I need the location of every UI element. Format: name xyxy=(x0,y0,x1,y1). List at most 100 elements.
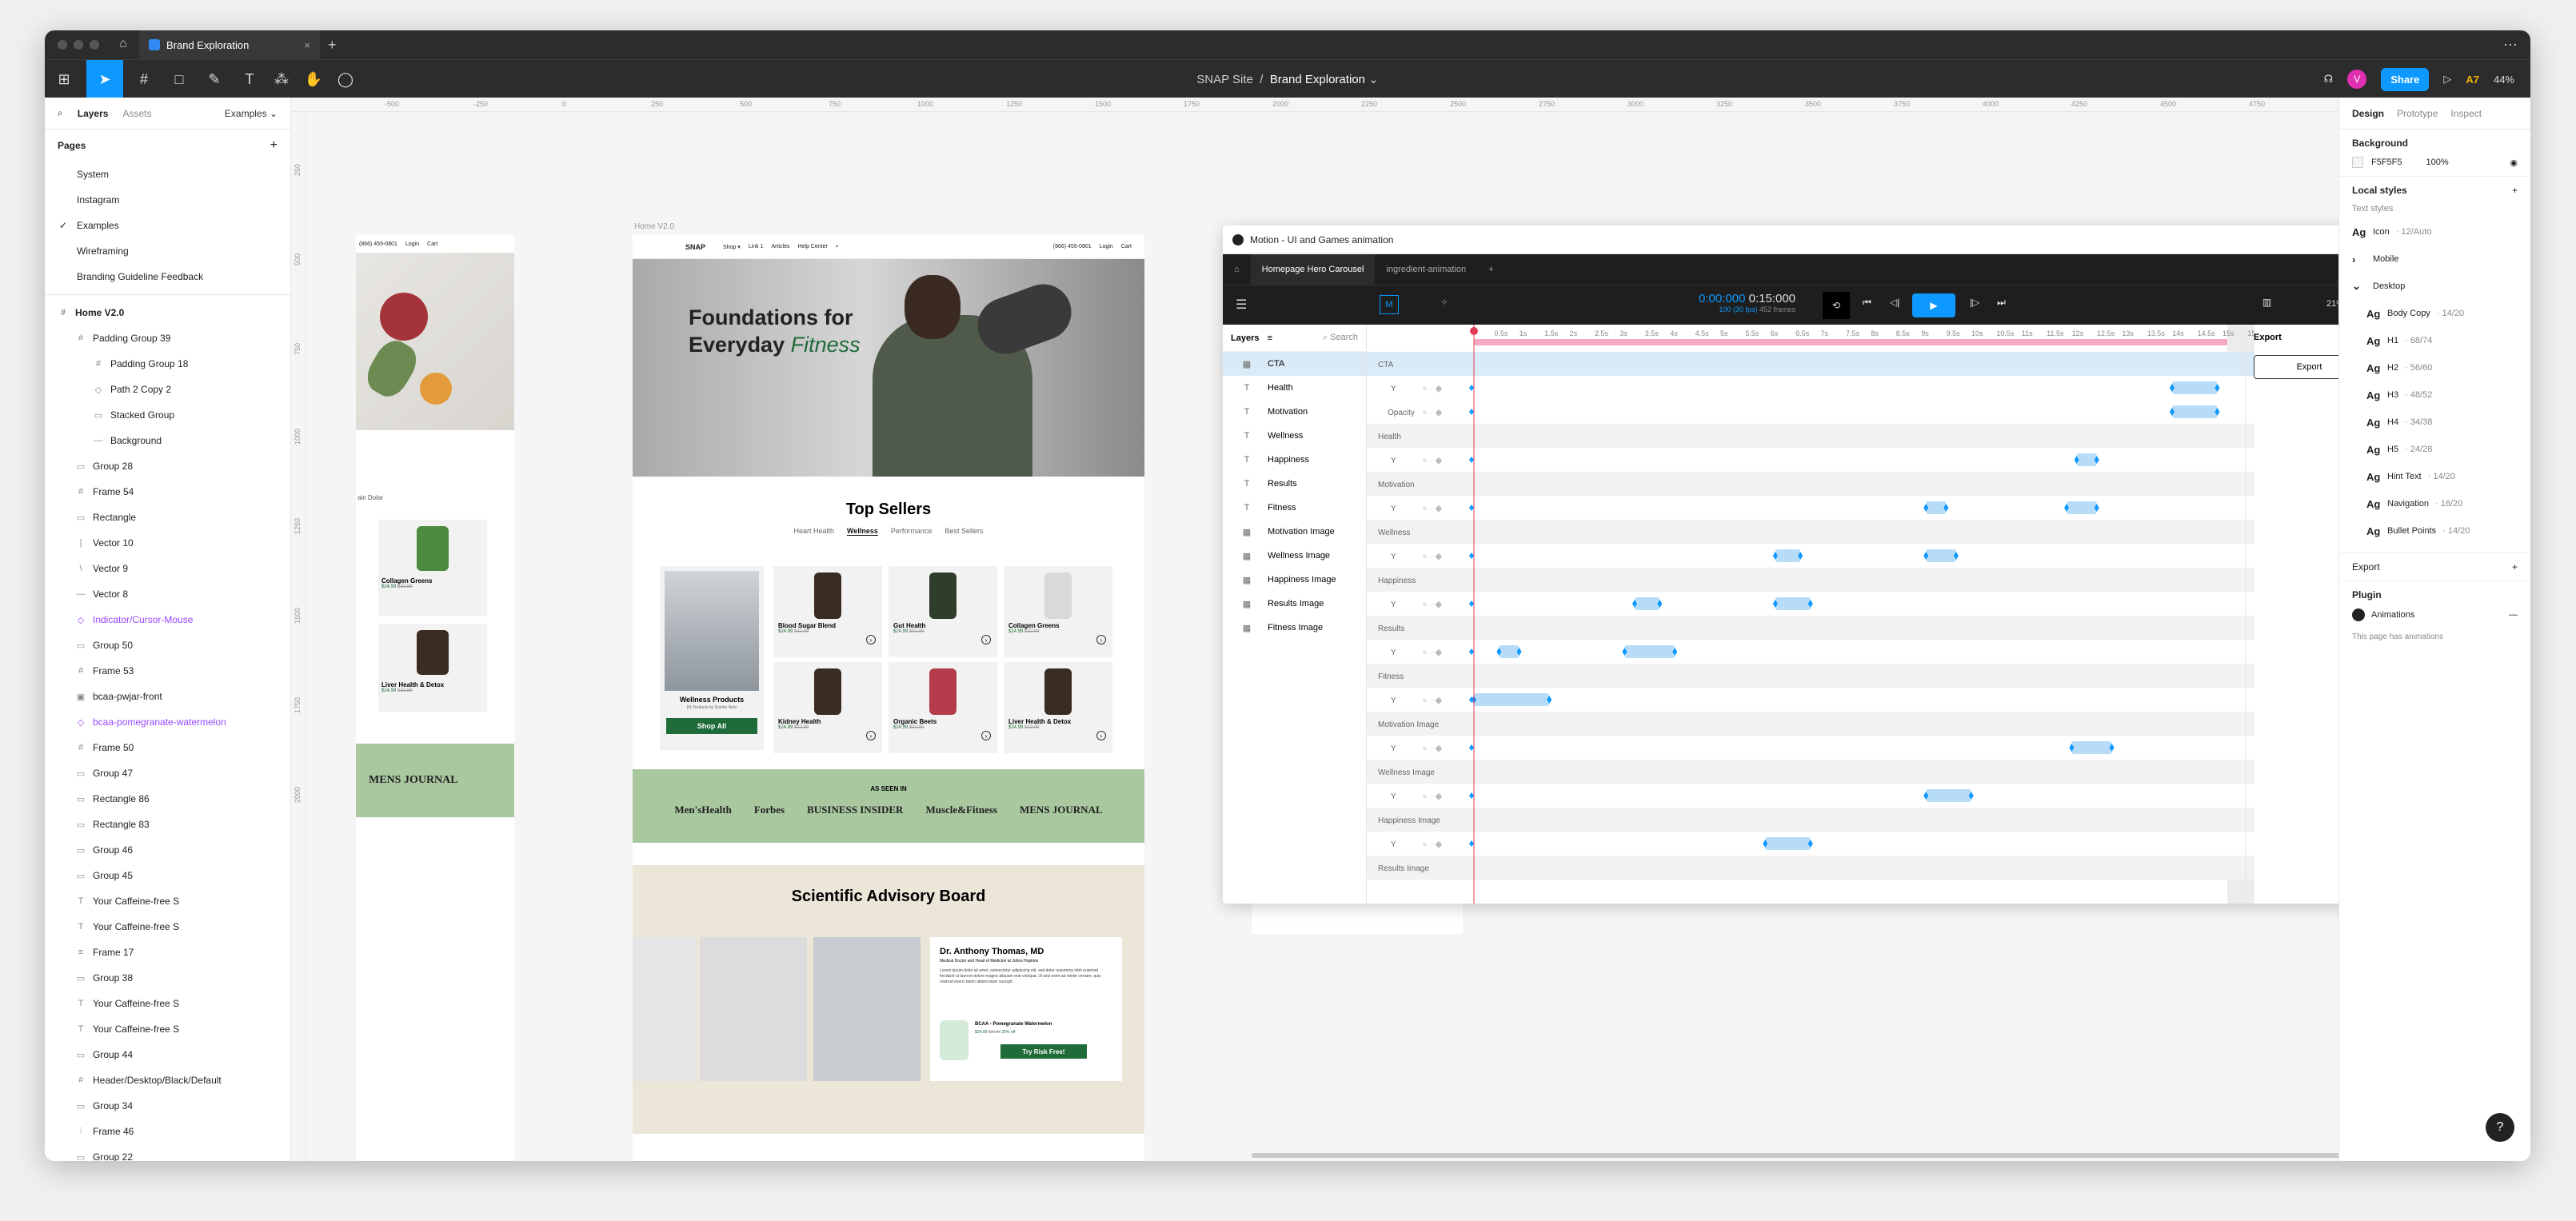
keyframe-segment[interactable] xyxy=(1775,549,1801,562)
minimize-window-dot[interactable] xyxy=(74,40,83,50)
text-style-item[interactable]: Ag H1 · 68/74 xyxy=(2352,327,2518,354)
horizontal-scrollbar[interactable] xyxy=(1252,1153,2363,1158)
keyframe-segment[interactable] xyxy=(2076,453,2097,466)
layer-item[interactable]: ▭ Group 46 xyxy=(45,837,290,863)
text-style-item[interactable]: Ag H3 · 48/52 xyxy=(2352,381,2518,409)
text-style-item[interactable]: › Mobile xyxy=(2352,245,2518,273)
track-controls[interactable]: ⌗ ◌ ◆ xyxy=(1423,505,1442,513)
layer-item[interactable]: ▭ Group 44 xyxy=(45,1042,290,1067)
track-property-row[interactable] xyxy=(1367,784,2254,808)
play-button[interactable]: ▶ xyxy=(1912,293,1955,317)
nav-link1[interactable]: Link 1 xyxy=(749,244,764,249)
motion-layer-item[interactable]: T Happiness xyxy=(1223,448,1366,472)
layer-item[interactable]: ≡ Frame 17 xyxy=(45,940,290,965)
track-group-row[interactable] xyxy=(1367,664,2254,688)
add-to-cart-icon[interactable]: › xyxy=(1096,635,1106,644)
track-group-row[interactable] xyxy=(1367,520,2254,544)
headphones-icon[interactable]: ☊ xyxy=(2324,73,2334,86)
search-icon[interactable]: ⌕ xyxy=(836,244,839,250)
keyframe-segment[interactable] xyxy=(1474,693,1550,706)
motion-layer-item[interactable]: ▦ Results Image xyxy=(1223,592,1366,616)
tab-brand-exploration[interactable]: Brand Exploration × xyxy=(139,30,320,59)
mode-icon[interactable]: M xyxy=(1380,295,1399,314)
home-frame[interactable]: SNAP Shop ▾ Link 1 Articles Help Center … xyxy=(633,235,1144,1161)
layer-item[interactable]: ◇ Path 2 Copy 2 xyxy=(45,377,290,402)
file-name[interactable]: Brand Exploration xyxy=(1270,73,1365,86)
product-tab[interactable]: Performance xyxy=(891,527,933,536)
timeline-svg[interactable]: 0.5s 1s 1.5s 2s 2.5s 3s 3.5s 4s 4.5s 5s 5.5s 6s 6.5s… xyxy=(1367,325,2254,904)
plugin-name[interactable]: Animations xyxy=(2371,610,2414,620)
timeline[interactable]: 0.5s 1s 1.5s 2s 2.5s 3s 3.5s 4s 4.5s 5s 5.5s 6s 6.5s… xyxy=(1367,325,2254,904)
new-tab-button[interactable]: + xyxy=(328,37,337,54)
track-controls[interactable]: ⌗ ◌ ◆ xyxy=(1423,648,1442,656)
layer-item[interactable]: T Your Caffeine-free S xyxy=(45,1016,290,1042)
nav-shop[interactable]: Shop ▾ xyxy=(723,244,741,250)
try-risk-free-button[interactable]: Try Risk Free! xyxy=(1000,1044,1087,1059)
motion-layer-item[interactable]: T Health xyxy=(1223,376,1366,400)
layer-item[interactable]: ▭ Group 28 xyxy=(45,453,290,479)
layer-item[interactable]: — Background xyxy=(45,428,290,453)
collaborator-badge[interactable]: A7 xyxy=(2466,74,2479,86)
track-property-row[interactable] xyxy=(1367,400,2254,424)
color-swatch[interactable] xyxy=(2352,157,2363,168)
product-card[interactable]: Liver Health & Detox $24.99 $32.99 xyxy=(378,624,487,712)
layer-item[interactable]: ▭ Group 47 xyxy=(45,760,290,786)
layer-item[interactable]: ▭ Rectangle 86 xyxy=(45,786,290,812)
keyframe-segment[interactable] xyxy=(1775,597,1811,610)
canvas[interactable]: -500 -250 0 250 500 750 1000 1250 1500 1750 2000 22… xyxy=(292,98,2382,1161)
product-card[interactable]: Collagen Greens $24.99 $32.99 › xyxy=(1004,566,1112,657)
skip-back-icon[interactable]: ⏮ xyxy=(1863,297,1871,309)
layer-item[interactable]: — Vector 8 xyxy=(45,581,290,607)
product-tab[interactable]: Heart Health xyxy=(794,527,835,536)
text-style-item[interactable]: Ag H5 · 24/28 xyxy=(2352,436,2518,463)
keyframe-segment[interactable] xyxy=(1634,597,1660,610)
step-forward-icon[interactable]: |▷ xyxy=(1970,297,1979,308)
search-icon[interactable]: ⌕ xyxy=(58,107,63,119)
track-group-row[interactable] xyxy=(1367,616,2254,640)
add-to-cart-icon[interactable]: › xyxy=(1096,731,1106,740)
page-item[interactable]: Wireframing xyxy=(45,238,290,264)
layer-item[interactable]: T Your Caffeine-free S xyxy=(45,914,290,940)
logo[interactable]: SNAP xyxy=(685,243,705,251)
close-window-dot[interactable] xyxy=(58,40,67,50)
track-property-row[interactable] xyxy=(1367,496,2254,520)
book-icon[interactable]: ▥ xyxy=(2262,297,2271,308)
keyframe-segment[interactable] xyxy=(1926,549,1956,562)
product-card[interactable]: Liver Health & Detox $24.99 $32.99 › xyxy=(1004,662,1112,753)
layer-item[interactable]: ▭ Group 45 xyxy=(45,863,290,888)
layer-item[interactable]: ▭ Group 34 xyxy=(45,1093,290,1119)
home-icon[interactable]: ⌂ xyxy=(1223,254,1251,285)
close-tab-icon[interactable]: × xyxy=(304,39,310,51)
product-tab[interactable]: Best Sellers xyxy=(945,527,983,536)
track-group-row[interactable] xyxy=(1367,352,2254,376)
tab-homepage-hero[interactable]: Homepage Hero Carousel xyxy=(1250,254,1376,285)
layer-item[interactable]: ⫶ Frame 46 xyxy=(45,1119,290,1144)
work-area-bar[interactable] xyxy=(1474,339,2227,345)
playhead-handle[interactable] xyxy=(1470,327,1478,335)
track-property-row[interactable] xyxy=(1367,376,2254,400)
layer-item[interactable]: T Your Caffeine-free S xyxy=(45,888,290,914)
bg-hex[interactable]: F5F5F5 xyxy=(2371,158,2402,167)
motion-layer-item[interactable]: T Fitness xyxy=(1223,496,1366,520)
track-controls[interactable]: ⌗ ◌ ◆ xyxy=(1423,840,1442,848)
add-to-cart-icon[interactable]: › xyxy=(981,731,991,740)
layer-item[interactable]: ▭ Rectangle 83 xyxy=(45,812,290,837)
tab-assets[interactable]: Assets xyxy=(122,108,151,119)
login-link[interactable]: Login xyxy=(405,241,419,247)
layer-item[interactable]: ▭ Group 50 xyxy=(45,632,290,658)
page-item[interactable]: Instagram xyxy=(45,187,290,213)
track-property-row[interactable] xyxy=(1367,448,2254,472)
track-controls[interactable]: ⌗ ◌ ◆ xyxy=(1423,696,1442,704)
layer-item[interactable]: ▭ Group 22 xyxy=(45,1144,290,1161)
page-item[interactable]: Branding Guideline Feedback xyxy=(45,264,290,289)
product-card[interactable]: Blood Sugar Blend $24.99 $32.99 › xyxy=(773,566,882,657)
motion-layer-item[interactable]: ▦ CTA xyxy=(1223,352,1366,376)
product-card[interactable]: Organic Beets $24.99 $32.99 › xyxy=(889,662,997,753)
nav-articles[interactable]: Articles xyxy=(772,244,790,249)
track-controls[interactable]: ⌗ ◌ ◆ xyxy=(1423,601,1442,609)
product-card[interactable]: Collagen Greens $24.99 $32.99 xyxy=(378,520,487,616)
menu-icon[interactable]: ☰ xyxy=(1236,297,1247,313)
motion-layer-item[interactable]: ▦ Happiness Image xyxy=(1223,568,1366,592)
add-to-cart-icon[interactable]: › xyxy=(981,635,991,644)
layer-item[interactable]: ▭ Group 38 xyxy=(45,965,290,991)
